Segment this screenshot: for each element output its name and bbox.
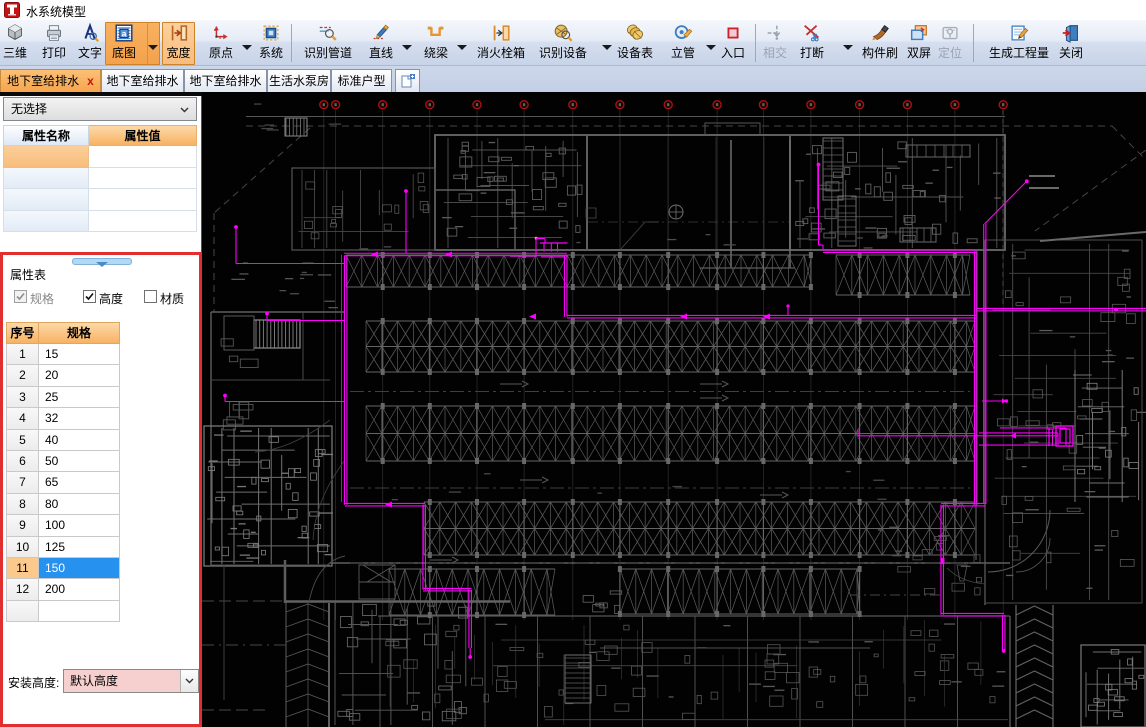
svg-text:a: a xyxy=(122,28,127,38)
